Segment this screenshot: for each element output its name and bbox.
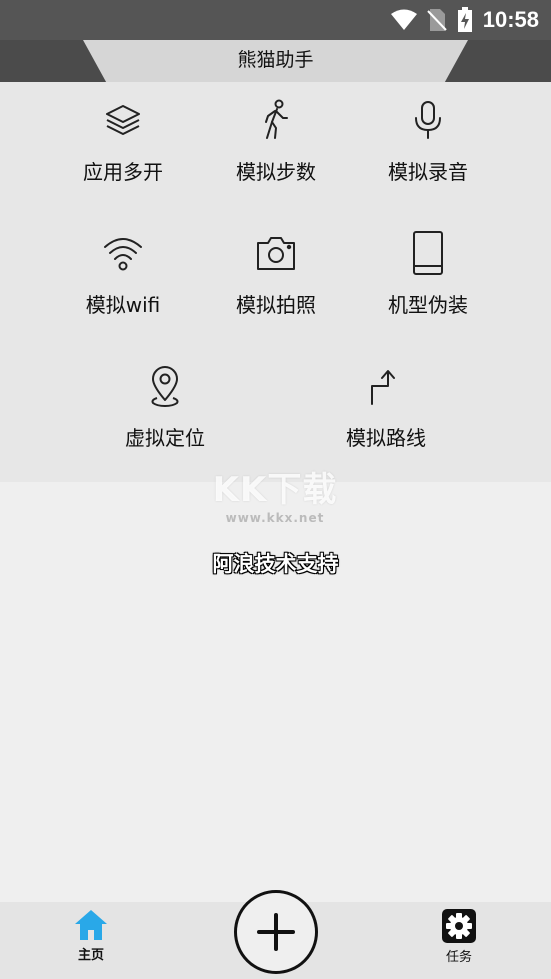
feature-label: 模拟wifi <box>85 293 161 317</box>
wifi-icon <box>390 9 417 30</box>
gear-icon <box>442 909 476 943</box>
feature-label: 机型伪装 <box>388 293 468 317</box>
feature-simulate-photo[interactable]: 模拟拍照 <box>196 231 356 318</box>
no-sim-icon <box>426 9 447 31</box>
battery-charging-icon <box>457 7 472 32</box>
feature-label: 虚拟定位 <box>125 426 205 450</box>
feature-virtual-location[interactable]: 虚拟定位 <box>85 364 245 451</box>
feature-simulate-steps[interactable]: 模拟步数 <box>196 98 356 185</box>
feature-label: 模拟步数 <box>236 160 316 184</box>
nav-tasks[interactable]: 任务 <box>428 908 490 965</box>
page-title: 熊猫助手 <box>237 49 314 71</box>
feature-simulate-recording[interactable]: 模拟录音 <box>348 98 508 185</box>
route-arrow-icon <box>371 370 395 405</box>
watermark-url: www.kkx.net <box>225 511 325 525</box>
clock: 10:58 <box>482 7 539 32</box>
nav-tasks-label: 任务 <box>445 950 472 965</box>
support-text: 阿浪技术支持 <box>212 552 339 576</box>
location-pin-icon <box>151 366 179 407</box>
feature-label: 应用多开 <box>83 160 163 184</box>
feature-simulate-route[interactable]: 模拟路线 <box>306 364 466 451</box>
home-icon <box>75 910 107 940</box>
walking-person-icon <box>265 99 288 139</box>
plus-icon <box>257 913 295 951</box>
status-bar: 10:58 <box>0 0 551 40</box>
feature-app-clone[interactable]: 应用多开 <box>43 98 203 185</box>
feature-simulate-wifi[interactable]: 模拟wifi <box>43 231 203 318</box>
wifi-icon <box>104 238 142 271</box>
layers-icon <box>106 105 140 135</box>
tablet-icon <box>413 231 443 275</box>
feature-label: 模拟路线 <box>346 426 426 450</box>
feature-device-spoof[interactable]: 机型伪装 <box>348 231 508 318</box>
add-button[interactable] <box>234 890 318 974</box>
feature-label: 模拟录音 <box>388 160 468 184</box>
camera-icon <box>257 237 295 270</box>
nav-home-label: 主页 <box>77 948 104 963</box>
nav-home[interactable]: 主页 <box>60 908 122 963</box>
microphone-icon <box>415 101 441 139</box>
feature-label: 模拟拍照 <box>236 293 316 317</box>
